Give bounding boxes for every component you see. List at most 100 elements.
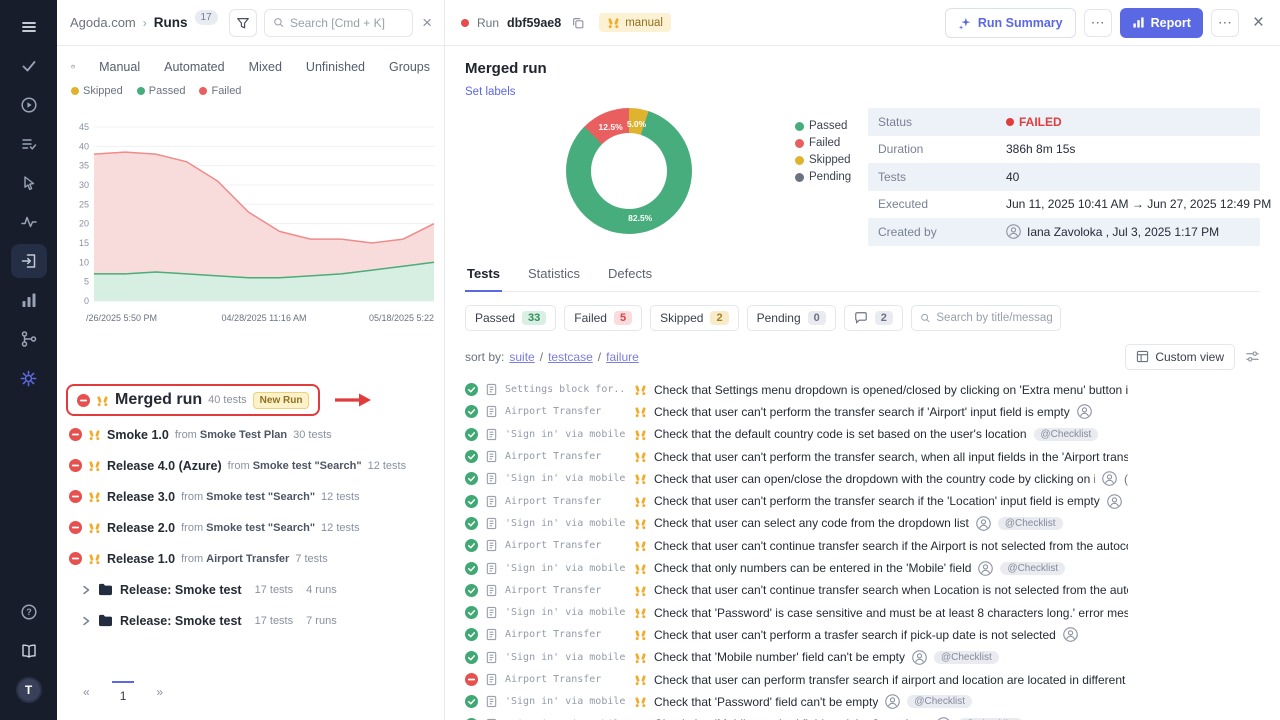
tab-tests[interactable]: Tests (465, 266, 502, 292)
tests-search[interactable] (911, 305, 1061, 331)
run-row[interactable]: Release 4.0 (Azure)from Smoke test "Sear… (69, 450, 432, 481)
run-row[interactable]: Smoke 1.0from Smoke Test Plan30 tests (69, 419, 432, 450)
run-row[interactable]: Merged run40 testsNew Run (66, 384, 320, 416)
test-row[interactable]: 'Sign in' via mobileCheck that 'Mobile n… (465, 646, 1128, 668)
legend-item-failed: Failed (199, 85, 241, 97)
help-button[interactable]: ? (11, 595, 47, 629)
panel-close-button[interactable]: × (420, 14, 434, 31)
page-number[interactable]: 1 (112, 681, 135, 703)
test-row[interactable]: Airport TransferCheck that user can perf… (465, 668, 1128, 690)
comments-filter-chip[interactable]: 2 (844, 305, 903, 331)
search-icon (273, 16, 284, 29)
truncated-text: ( (1124, 472, 1128, 486)
failed-dot (1006, 118, 1014, 126)
failed-icon (77, 394, 90, 407)
filter-chip-skipped[interactable]: Skipped2 (650, 305, 739, 331)
test-row[interactable]: 'Sign in' via mobileCheck that 'Password… (465, 601, 1128, 623)
filter-button[interactable] (229, 9, 257, 37)
tab-statistics[interactable]: Statistics (526, 266, 582, 291)
tab-defects[interactable]: Defects (606, 266, 654, 291)
more-options-button[interactable]: ⋯ (1211, 9, 1239, 37)
testcase-icon (485, 539, 498, 552)
test-row[interactable]: Airport TransferCheck that user can't pe… (465, 490, 1128, 512)
nav-reports[interactable] (11, 283, 47, 317)
breadcrumb-project[interactable]: Agoda.com (70, 15, 136, 30)
test-row[interactable]: Airport TransferCheck that user can't pe… (465, 624, 1128, 646)
nav-analytics[interactable] (11, 205, 47, 239)
custom-view-button[interactable]: Custom view (1125, 344, 1235, 370)
test-row[interactable]: 'Sign in' via mobileCheck that 'Password… (465, 691, 1128, 713)
passed-icon (465, 695, 478, 708)
runs-tab-mixed[interactable]: Mixed (249, 60, 282, 74)
test-row[interactable]: 'Sign in' via mobileCheck that user can … (465, 468, 1128, 490)
timeline-icon[interactable] (71, 59, 75, 74)
test-title: Check that user can't continue transfer … (654, 583, 1128, 597)
test-row[interactable]: Airport TransferCheck that user can't pe… (465, 445, 1128, 467)
nav-test-plans[interactable] (11, 88, 47, 122)
runs-list: Merged run40 testsNew RunSmoke 1.0from S… (57, 336, 444, 636)
failed-icon (69, 552, 82, 565)
report-button[interactable]: Report (1120, 8, 1203, 38)
filter-chip-passed[interactable]: Passed33 (465, 305, 556, 331)
run-summary-button[interactable]: Run Summary (945, 8, 1076, 38)
detail-tabs: Tests Statistics Defects (465, 266, 1260, 292)
sort-link-testcase[interactable]: testcase (548, 350, 593, 364)
filter-chip-failed[interactable]: Failed5 (564, 305, 642, 331)
runs-tab-unfinished[interactable]: Unfinished (306, 60, 365, 74)
nav-integrations[interactable] (11, 322, 47, 356)
sort-separator: / (540, 350, 543, 364)
test-row[interactable]: Settings block for...Check that Settings… (465, 379, 1128, 401)
run-detail-body: Merged run Set labels 82.5%12.5%5.0% Pas… (445, 46, 1280, 720)
svg-text:04/28/2025 11:16 AM: 04/28/2025 11:16 AM (222, 313, 307, 323)
nav-test-cases[interactable] (11, 127, 47, 161)
tests-search-input[interactable] (936, 312, 1052, 324)
close-run-button[interactable]: × (1253, 13, 1264, 32)
test-row[interactable]: 'Sign in' via mobileCheck that only numb… (465, 557, 1128, 579)
runs-search[interactable] (264, 9, 413, 37)
copy-run-id-button[interactable] (571, 16, 585, 30)
run-row[interactable]: Release 1.0from Airport Transfer7 tests (69, 543, 432, 574)
nav-flaky[interactable] (11, 166, 47, 200)
donut-legend-pending: Pending (795, 171, 851, 183)
breadcrumb-section[interactable]: Runs (154, 15, 188, 30)
manual-badge-label: manual (625, 17, 663, 29)
runs-search-input[interactable] (290, 16, 404, 30)
runs-tab-automated[interactable]: Automated (164, 60, 224, 74)
sort-link-failure[interactable]: failure (606, 350, 639, 364)
run-name: Release 1.0 (107, 552, 175, 566)
test-row[interactable]: Airport TransferCheck that user can't co… (465, 579, 1128, 601)
test-row[interactable]: 'Sign in' via mobileCheck that user can … (465, 512, 1128, 534)
test-row[interactable]: Airport TransferCheck that user can't pe… (465, 401, 1128, 423)
run-row[interactable]: Release 3.0from Smoke test "Search"12 te… (69, 481, 432, 512)
view-settings-icon[interactable] (1245, 349, 1260, 364)
filter-chip-pending[interactable]: Pending0 (747, 305, 836, 331)
filter-icon (236, 16, 250, 30)
runs-tab-manual[interactable]: Manual (99, 60, 140, 74)
test-title: Check that 'Password' is case sensitive … (654, 606, 1128, 620)
svg-text:25: 25 (79, 199, 89, 209)
more-actions-button[interactable]: ⋯ (1084, 9, 1112, 37)
nav-projects[interactable] (11, 49, 47, 83)
nav-test-runs[interactable] (11, 244, 47, 278)
test-row[interactable]: 'Sign in' via mobileCheck that the defau… (465, 423, 1128, 445)
run-group-row[interactable]: Release: Smoke test17 tests7 runs (69, 605, 432, 636)
nav-settings[interactable] (11, 361, 47, 395)
user-avatar[interactable]: T (11, 673, 47, 707)
test-suite: 'Sign in' via mobile (505, 473, 627, 484)
info-row-status: StatusFAILED (868, 108, 1260, 136)
sort-link-suite[interactable]: suite (509, 350, 534, 364)
run-group-row[interactable]: Release: Smoke test17 tests4 runs (69, 574, 432, 605)
assignee-avatar (978, 561, 993, 576)
test-row[interactable]: Airport TransferCheck that user can't co… (465, 535, 1128, 557)
test-row[interactable]: 'Sign in' via mobileCheck that 'Mobile n… (465, 713, 1128, 720)
page-prev-button[interactable]: « (83, 685, 90, 699)
expand-chevron-icon[interactable] (81, 585, 91, 595)
svg-text:/26/2025 5:50 PM: /26/2025 5:50 PM (86, 313, 157, 323)
run-row[interactable]: Release 2.0from Smoke test "Search"12 te… (69, 512, 432, 543)
page-next-button[interactable]: » (156, 685, 163, 699)
menu-button[interactable] (11, 10, 47, 44)
set-labels-link[interactable]: Set labels (465, 86, 516, 98)
expand-chevron-icon[interactable] (81, 616, 91, 626)
runs-tab-groups[interactable]: Groups (389, 60, 430, 74)
nav-library[interactable] (11, 634, 47, 668)
